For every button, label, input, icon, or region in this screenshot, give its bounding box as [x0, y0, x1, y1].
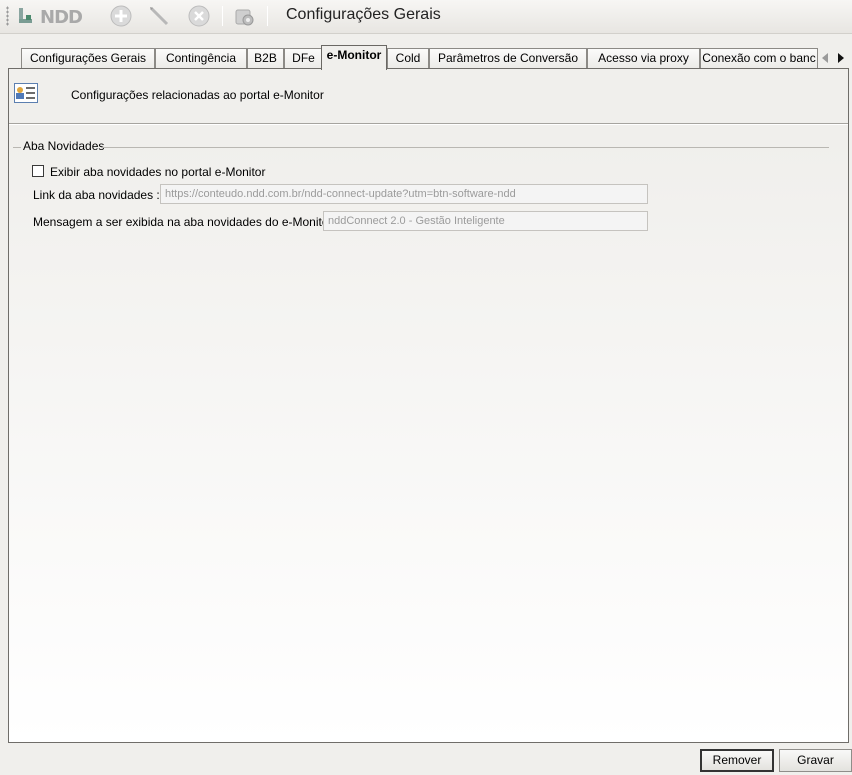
tab-scroll-left-icon[interactable]: [820, 50, 830, 66]
group-divider: [13, 147, 21, 148]
tab-configuracoes-gerais[interactable]: Configurações Gerais: [21, 48, 155, 69]
news-link-label: Link da aba novidades :: [33, 188, 160, 202]
news-link-field[interactable]: https://conteudo.ndd.com.br/ndd-connect-…: [160, 184, 648, 204]
news-message-label: Mensagem a ser exibida na aba novidades …: [33, 215, 336, 229]
edit-icon[interactable]: [146, 3, 172, 29]
add-icon[interactable]: [108, 3, 134, 29]
tab-strip: Configurações Gerais Contingência B2B DF…: [0, 44, 852, 70]
ndd-logo: NDD: [18, 6, 96, 28]
group-divider: [101, 147, 829, 148]
header-divider: [9, 123, 848, 125]
tab-contingencia[interactable]: Contingência: [155, 48, 247, 69]
tab-dfe[interactable]: DFe: [284, 48, 323, 69]
settings-gear-icon[interactable]: [231, 3, 257, 29]
toolbar-separator: [267, 6, 268, 26]
toolbar-grip[interactable]: [6, 6, 9, 26]
show-news-tab-checkbox[interactable]: [32, 165, 44, 177]
tab-acesso-proxy[interactable]: Acesso via proxy: [587, 48, 700, 69]
page-title: Configurações Gerais: [286, 6, 441, 23]
news-message-field[interactable]: nddConnect 2.0 - Gestão Inteligente: [323, 211, 648, 231]
remove-button[interactable]: Remover: [700, 749, 774, 772]
tab-conexao-banco[interactable]: Conexão com o banc: [700, 48, 818, 69]
monitor-settings-icon: [14, 83, 38, 103]
tab-parametros-conversao[interactable]: Parâmetros de Conversão: [429, 48, 587, 69]
tab-e-monitor[interactable]: e-Monitor: [321, 45, 387, 70]
delete-icon[interactable]: [186, 3, 212, 29]
show-news-tab-label: Exibir aba novidades no portal e-Monitor: [50, 165, 266, 179]
tab-cold[interactable]: Cold: [387, 48, 429, 69]
save-button[interactable]: Gravar: [779, 749, 852, 772]
toolbar-separator: [222, 6, 223, 26]
tab-content-panel: Configurações relacionadas ao portal e-M…: [8, 68, 849, 743]
tab-b2b[interactable]: B2B: [247, 48, 284, 69]
section-description: Configurações relacionadas ao portal e-M…: [71, 88, 324, 102]
group-title: Aba Novidades: [23, 139, 105, 153]
toolbar: NDD Configurações Gerais: [0, 0, 852, 34]
tab-scroll-right-icon[interactable]: [836, 50, 846, 66]
brand-text: NDD: [40, 7, 82, 26]
